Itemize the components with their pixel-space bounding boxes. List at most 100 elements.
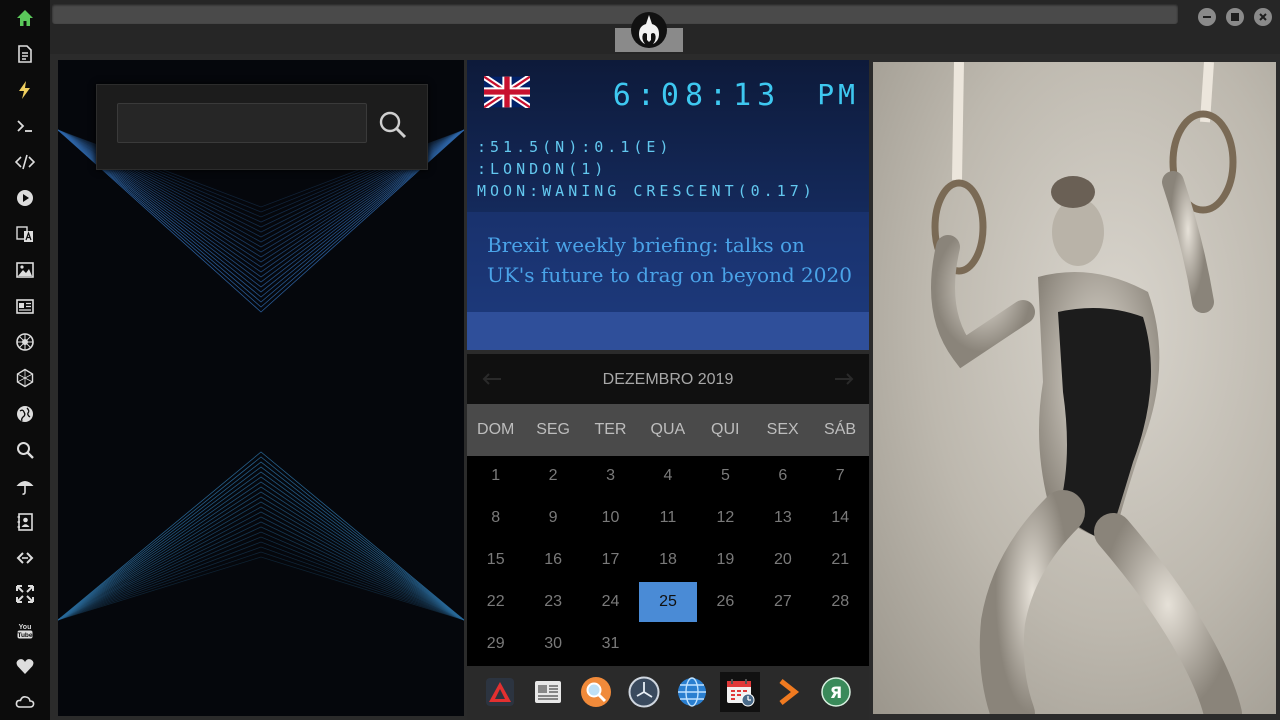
dock-item-yandex[interactable]: Я xyxy=(816,672,856,712)
sidebar-item-document[interactable] xyxy=(12,41,38,67)
sidebar-item-umbrella[interactable] xyxy=(12,473,38,499)
calendar-prev-button[interactable] xyxy=(479,366,505,392)
arrow-right-icon xyxy=(835,373,854,385)
lightning-icon xyxy=(19,81,30,99)
calendar-day[interactable]: 14 xyxy=(812,498,869,538)
calendar-day[interactable]: 4 xyxy=(639,456,696,496)
sidebar-item-terminal[interactable] xyxy=(12,113,38,139)
calendar-day[interactable]: 13 xyxy=(754,498,811,538)
sidebar-item-globe[interactable] xyxy=(12,401,38,427)
magnifier-app-icon xyxy=(581,677,611,707)
dock-item-magnifier[interactable] xyxy=(576,672,616,712)
calendar-month-title: DEZEMBRO 2019 xyxy=(602,371,734,388)
news-headline[interactable]: Brexit weekly briefing: talks on UK's fu… xyxy=(487,230,857,290)
sidebar-item-link[interactable] xyxy=(12,545,38,571)
sidebar-item-heart[interactable] xyxy=(12,653,38,679)
search-icon xyxy=(379,111,407,139)
svg-text:You: You xyxy=(19,624,32,631)
calendar-weekday: SÁB xyxy=(824,421,857,438)
calendar-day[interactable]: 17 xyxy=(582,540,639,580)
sidebar-item-empire[interactable] xyxy=(12,329,38,355)
calendar-day[interactable]: 16 xyxy=(524,540,581,580)
clock-ampm: PM xyxy=(817,78,859,111)
search-input[interactable] xyxy=(117,103,367,143)
calendar-day[interactable]: 11 xyxy=(639,498,696,538)
sidebar-item-translate[interactable] xyxy=(12,221,38,247)
calendar-day[interactable]: 21 xyxy=(812,540,869,580)
calendar-day[interactable]: 19 xyxy=(697,540,754,580)
calendar-day[interactable]: 18 xyxy=(639,540,696,580)
calendar-day[interactable]: 26 xyxy=(697,582,754,622)
news-block: Brexit weekly briefing: talks on UK's fu… xyxy=(467,212,869,312)
search-button[interactable] xyxy=(375,107,411,143)
calendar-day[interactable]: 3 xyxy=(582,456,639,496)
chevron-line xyxy=(58,466,464,621)
top-bar xyxy=(50,0,1280,54)
calendar-day[interactable]: 15 xyxy=(467,540,524,580)
arrow-left-icon xyxy=(482,373,501,385)
calendar-day[interactable]: 10 xyxy=(582,498,639,538)
calendar-day[interactable]: 28 xyxy=(812,582,869,622)
calendar-day[interactable]: 30 xyxy=(524,624,581,664)
calendar-day[interactable]: 24 xyxy=(582,582,639,622)
dock-item-clock[interactable] xyxy=(624,672,664,712)
heart-icon xyxy=(16,659,34,674)
dock-item-red-arrow[interactable] xyxy=(480,672,520,712)
close-button[interactable] xyxy=(1254,8,1272,26)
translate-icon xyxy=(16,226,33,242)
calendar-app-icon xyxy=(727,679,755,707)
calendar-day[interactable]: 5 xyxy=(697,456,754,496)
empire-icon xyxy=(16,333,34,351)
umbrella-icon xyxy=(16,481,34,495)
calendar-next-button[interactable] xyxy=(831,366,857,392)
coordinates: :51.5(N):0.1(E) xyxy=(477,138,673,156)
sidebar-item-hexagon[interactable] xyxy=(12,365,38,391)
sidebar-item-youtube[interactable]: You Tube xyxy=(12,617,38,643)
rebel-alliance-icon xyxy=(631,12,667,48)
calendar-day[interactable]: 23 xyxy=(524,582,581,622)
close-icon xyxy=(1259,13,1267,21)
calendar-day[interactable]: 8 xyxy=(467,498,524,538)
red-arrow-app-icon xyxy=(486,678,514,706)
calendar-weekday: DOM xyxy=(477,421,515,438)
sidebar-item-contacts[interactable] xyxy=(12,509,38,535)
calendar-day[interactable]: 7 xyxy=(812,456,869,496)
sidebar-item-expand[interactable] xyxy=(12,581,38,607)
calendar-day[interactable]: 9 xyxy=(524,498,581,538)
chevron-line xyxy=(58,501,464,621)
calendar-day[interactable]: 12 xyxy=(697,498,754,538)
calendar-day[interactable]: 1 xyxy=(467,456,524,496)
maximize-icon xyxy=(1231,13,1239,21)
news-footer xyxy=(467,312,869,350)
dock-item-news[interactable] xyxy=(528,672,568,712)
calendar-day[interactable]: 31 xyxy=(582,624,639,664)
sidebar-item-newspaper[interactable] xyxy=(12,293,38,319)
calendar-day[interactable]: 29 xyxy=(467,624,524,664)
calendar-day[interactable]: 27 xyxy=(754,582,811,622)
sidebar-item-play[interactable] xyxy=(12,185,38,211)
yandex-app-icon: Я xyxy=(821,677,851,707)
calendar-day[interactable]: 22 xyxy=(467,582,524,622)
sidebar-item-search[interactable] xyxy=(12,437,38,463)
sidebar-item-image[interactable] xyxy=(12,257,38,283)
photo-panel xyxy=(873,62,1276,714)
link-icon xyxy=(16,552,34,564)
calendar-header: DEZEMBRO 2019 xyxy=(467,354,869,404)
document-icon xyxy=(18,45,32,63)
sidebar-item-home[interactable] xyxy=(12,5,38,31)
calendar-day[interactable]: 20 xyxy=(754,540,811,580)
dock-item-globe[interactable] xyxy=(672,672,712,712)
maximize-button[interactable] xyxy=(1226,8,1244,26)
sidebar-item-cloud[interactable] xyxy=(12,689,38,715)
minimize-button[interactable] xyxy=(1198,8,1216,26)
sidebar-item-code[interactable] xyxy=(12,149,38,175)
contacts-icon xyxy=(17,513,33,531)
dock-item-chevron[interactable] xyxy=(768,672,808,712)
calendar-day[interactable]: 6 xyxy=(754,456,811,496)
chevron-line xyxy=(58,541,464,621)
address-bar[interactable] xyxy=(52,4,1178,24)
sidebar-item-lightning[interactable] xyxy=(12,77,38,103)
calendar-day[interactable]: 2 xyxy=(524,456,581,496)
calendar-day-today[interactable]: 25 xyxy=(639,582,697,622)
dock-item-calendar[interactable] xyxy=(720,672,760,712)
